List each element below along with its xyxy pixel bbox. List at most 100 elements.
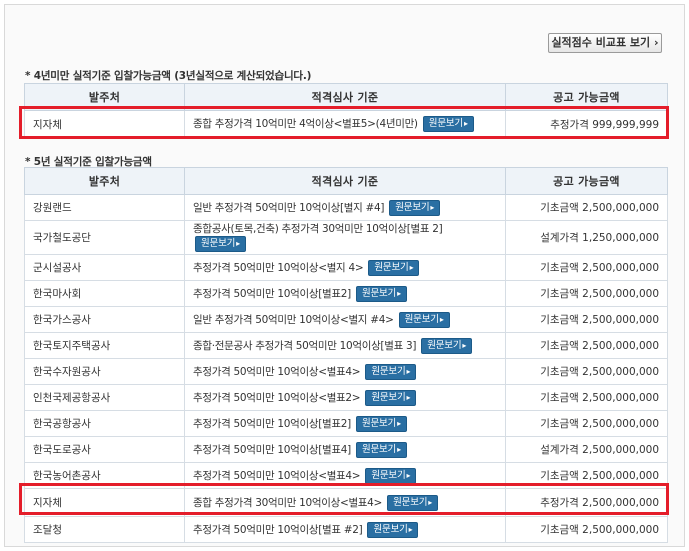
amount-cell: 기초금액 2,500,000,000 <box>505 254 668 281</box>
amount-cell: 기초금액 2,500,000,000 <box>505 306 668 333</box>
criteria-text: 추정가격 50억미만 10억이상[별표2] <box>193 417 351 430</box>
view-original-button[interactable]: 원문보기▸ <box>365 389 417 406</box>
col-header-amount: 공고 가능금액 <box>505 167 668 195</box>
criteria-text: 종합 추정가격 30억미만 10억이상<별표4> <box>193 496 383 509</box>
arrow-right-icon: ▸ <box>406 366 411 376</box>
org-cell: 한국농어촌공사 <box>24 462 185 489</box>
amount-cell: 기초금액 2,500,000,000 <box>505 384 668 411</box>
amount-cell: 기초금액 2,500,000,000 <box>505 194 668 221</box>
table-row: 군시설공사 추정가격 50억미만 10억이상<별지 4> 원문보기▸ 기초금액 2,… <box>24 254 668 281</box>
amount-cell: 추정가격 999,999,999 <box>505 110 668 138</box>
org-cell: 한국마사회 <box>24 280 185 307</box>
criteria-text: 추정가격 50억미만 10억이상[별표4] <box>193 443 351 456</box>
criteria-cell: 추정가격 50억미만 10억이상[별표2] 원문보기▸ <box>184 410 506 437</box>
table-header-row: 발주처 적격심사 기준 공고 가능금액 <box>24 83 668 111</box>
amount-cell: 기초금액 2,500,000,000 <box>505 280 668 307</box>
arrow-right-icon: ▸ <box>397 444 401 454</box>
org-cell: 한국가스공사 <box>24 306 185 333</box>
view-original-button[interactable]: 원문보기▸ <box>365 363 417 380</box>
col-header-amount: 공고 가능금액 <box>505 83 668 111</box>
chevron-right-icon: › <box>650 36 659 49</box>
criteria-text: 추정가격 50억미만 10억이상[별표 #2] <box>193 523 363 536</box>
view-original-button[interactable]: 원문보기▸ <box>398 311 450 328</box>
col-header-org: 발주처 <box>24 83 185 111</box>
table-row: 한국마사회 추정가격 50억미만 10억이상[별표2] 원문보기▸ 기초금액 2,5… <box>24 280 668 307</box>
view-original-button[interactable]: 원문보기▸ <box>365 467 417 484</box>
criteria-cell: 추정가격 50억미만 10억이상<별표4> 원문보기▸ <box>184 462 506 489</box>
org-cell: 지자체 <box>24 488 185 517</box>
view-original-button[interactable]: 원문보기▸ <box>195 236 246 252</box>
arrow-right-icon: ▸ <box>406 392 411 402</box>
criteria-text: 일반 추정가격 50억미만 10억이상<별지 #4> <box>193 313 394 326</box>
arrow-right-icon: ▸ <box>439 314 444 324</box>
table-row: 한국가스공사 일반 추정가격 50억미만 10억이상<별지 #4> 원문보기▸ 기초… <box>24 306 668 333</box>
table-row: 지자체 종합 추정가격 30억미만 10억이상<별표4> 원문보기▸ 추정가격 2,… <box>24 488 668 517</box>
criteria-text: 추정가격 50억미만 10억이상<별지 4> <box>193 261 364 274</box>
criteria-text: 추정가격 50억미만 10억이상<별표4> <box>193 469 361 482</box>
org-cell: 한국수자원공사 <box>24 358 185 385</box>
table-row: 지자체 종합 추정가격 10억미만 4억이상<별표5>(4년미만) 원문보기▸ … <box>24 110 668 138</box>
arrow-right-icon: ▸ <box>397 288 401 298</box>
amount-cell: 기초금액 2,500,000,000 <box>505 410 668 437</box>
view-original-button[interactable]: 원문보기▸ <box>355 441 407 458</box>
criteria-text: 종합·전문공사 추정가격 50억미만 10억이상[별표 3] <box>193 339 417 352</box>
view-original-button[interactable]: 원문보기▸ <box>421 337 473 354</box>
view-original-button[interactable]: 원문보기▸ <box>389 199 441 216</box>
table-row: 강원랜드 일반 추정가격 50억미만 10억이상[별지 #4] 원문보기▸ 기초금액… <box>24 194 668 221</box>
arrow-right-icon: ▸ <box>397 418 401 428</box>
criteria-text: 추정가격 50억미만 10억이상<별표4> <box>193 365 361 378</box>
table-row: 인천국제공항공사 추정가격 50억미만 10억이상<별표2> 원문보기▸ 기초금액 … <box>24 384 668 411</box>
view-original-button[interactable]: 원문보기▸ <box>367 521 419 538</box>
criteria-text: 종합공사(토목,건축) 추정가격 30억미만 10억이상[별표 2] <box>193 223 443 235</box>
criteria-text: 추정가격 50억미만 10억이상[별표2] <box>193 287 351 300</box>
amount-cell: 기초금액 2,500,000,000 <box>505 462 668 489</box>
org-cell: 한국토지주택공사 <box>24 332 185 359</box>
criteria-cell: 추정가격 50억미만 10억이상<별표2> 원문보기▸ <box>184 384 506 411</box>
org-cell: 군시설공사 <box>24 254 185 281</box>
criteria-text: 일반 추정가격 50억미만 10억이상[별지 #4] <box>193 201 385 214</box>
table-row: 한국공항공사 추정가격 50억미만 10억이상[별표2] 원문보기▸ 기초금액 2,… <box>24 410 668 437</box>
amount-cell: 기초금액 2,500,000,000 <box>505 358 668 385</box>
table-row: 한국토지주택공사 종합·전문공사 추정가격 50억미만 10억이상[별표 3] 원… <box>24 332 668 359</box>
criteria-text: 추정가격 50억미만 10억이상<별표2> <box>193 391 361 404</box>
table-row: 한국농어촌공사 추정가격 50억미만 10억이상<별표4> 원문보기▸ 기초금액 2… <box>24 462 668 489</box>
org-cell: 국가철도공단 <box>24 220 185 255</box>
criteria-text: 종합 추정가격 10억미만 4억이상<별표5>(4년미만) <box>193 118 418 130</box>
section2-table: 발주처 적격심사 기준 공고 가능금액 강원랜드 일반 추정가격 50억미만 10… <box>24 167 668 543</box>
view-original-button[interactable]: 원문보기▸ <box>355 415 407 432</box>
org-cell: 한국공항공사 <box>24 410 185 437</box>
criteria-cell: 추정가격 50억미만 10억이상[별표4] 원문보기▸ <box>184 436 506 463</box>
criteria-cell: 종합 추정가격 30억미만 10억이상<별표4> 원문보기▸ <box>184 488 506 517</box>
org-cell: 인천국제공항공사 <box>24 384 185 411</box>
table-row: 한국수자원공사 추정가격 50억미만 10억이상<별표4> 원문보기▸ 기초금액 2… <box>24 358 668 385</box>
arrow-right-icon: ▸ <box>406 470 411 480</box>
criteria-cell: 추정가격 50억미만 10억이상[별표 #2] 원문보기▸ <box>184 516 506 543</box>
criteria-cell: 추정가격 50억미만 10억이상<별표4> 원문보기▸ <box>184 358 506 385</box>
col-header-org: 발주처 <box>24 167 185 195</box>
criteria-cell: 추정가격 50억미만 10억이상[별표2] 원문보기▸ <box>184 280 506 307</box>
score-compare-button[interactable]: 실적점수 비교표 보기 › <box>548 33 662 53</box>
score-compare-label: 실적점수 비교표 보기 <box>551 36 651 49</box>
criteria-cell: 종합·전문공사 추정가격 50억미만 10억이상[별표 3] 원문보기▸ <box>184 332 506 359</box>
criteria-cell: 종합 추정가격 10억미만 4억이상<별표5>(4년미만) 원문보기▸ <box>184 110 506 138</box>
view-original-button[interactable]: 원문보기▸ <box>422 116 474 132</box>
criteria-cell: 일반 추정가격 50억미만 10억이상[별지 #4] 원문보기▸ <box>184 194 506 221</box>
table-row: 조달청 추정가격 50억미만 10억이상[별표 #2] 원문보기▸ 기초금액 2,5… <box>24 516 668 543</box>
view-original-button[interactable]: 원문보기▸ <box>368 259 420 276</box>
arrow-right-icon: ▸ <box>408 524 413 534</box>
arrow-right-icon: ▸ <box>409 262 414 272</box>
view-original-button[interactable]: 원문보기▸ <box>387 494 439 511</box>
arrow-right-icon: ▸ <box>462 340 467 350</box>
arrow-right-icon: ▸ <box>428 497 433 507</box>
section1-title: * 4년미만 실적기준 입찰가능금액 (3년실적으로 계산되었습니다.) <box>25 70 312 82</box>
criteria-cell: 추정가격 50억미만 10억이상<별지 4> 원문보기▸ <box>184 254 506 281</box>
arrow-right-icon: ▸ <box>463 119 468 128</box>
org-cell: 한국도로공사 <box>24 436 185 463</box>
amount-cell: 설계가격 1,250,000,000 <box>505 220 668 255</box>
amount-cell: 추정가격 2,500,000,000 <box>505 488 668 517</box>
section1-table: 발주처 적격심사 기준 공고 가능금액 지자체 종합 추정가격 10억미만 4억… <box>24 83 668 138</box>
table-header-row: 발주처 적격심사 기준 공고 가능금액 <box>24 167 668 195</box>
arrow-right-icon: ▸ <box>430 202 435 212</box>
org-cell: 강원랜드 <box>24 194 185 221</box>
view-original-button[interactable]: 원문보기▸ <box>355 285 407 302</box>
